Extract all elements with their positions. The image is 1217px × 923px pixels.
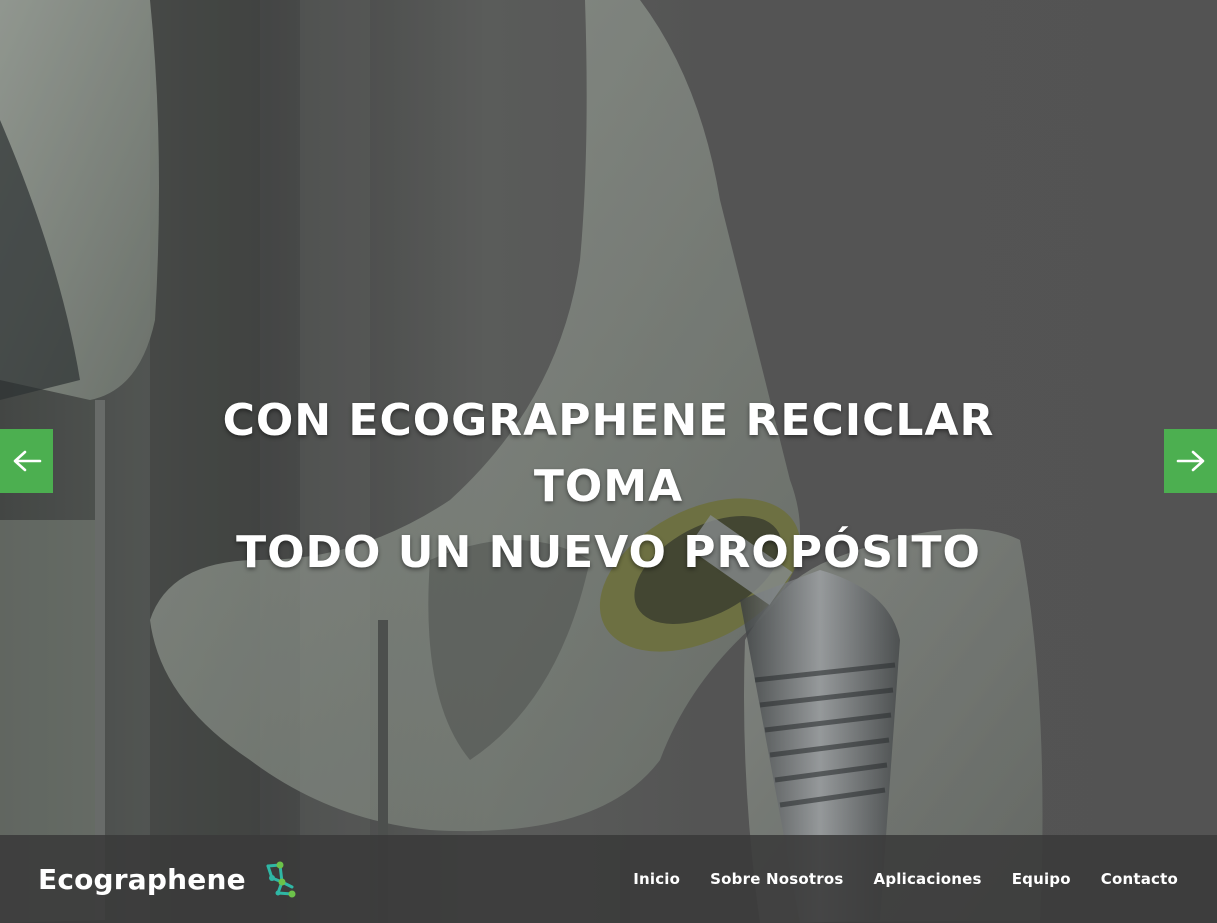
- brand-name: Ecographene: [38, 862, 246, 896]
- main-navbar: Ecographene Inicio Sobre Nosotros Aplica…: [0, 835, 1217, 923]
- arrow-right-icon: [1176, 450, 1204, 472]
- arrow-left-icon: [13, 450, 41, 472]
- nav-link-inicio[interactable]: Inicio: [633, 870, 680, 888]
- slider-next-button[interactable]: [1164, 429, 1217, 493]
- hero-headline-line-2: TODO UN NUEVO PROPÓSITO: [236, 527, 981, 578]
- nav-link-contacto[interactable]: Contacto: [1101, 870, 1178, 888]
- hero-slider: CON ECOGRAPHENE RECICLAR TOMA TODO UN NU…: [0, 0, 1217, 923]
- nav-link-aplicaciones[interactable]: Aplicaciones: [874, 870, 982, 888]
- nav-link-equipo[interactable]: Equipo: [1012, 870, 1071, 888]
- brand-link[interactable]: Ecographene: [38, 859, 298, 899]
- nav-link-sobre-nosotros[interactable]: Sobre Nosotros: [710, 870, 843, 888]
- slider-prev-button[interactable]: [0, 429, 53, 493]
- main-menu: Inicio Sobre Nosotros Aplicaciones Equip…: [603, 835, 1178, 923]
- hero-headline: CON ECOGRAPHENE RECICLAR TOMA TODO UN NU…: [140, 388, 1077, 586]
- molecule-logo-icon: [266, 861, 296, 898]
- hero-headline-line-1: CON ECOGRAPHENE RECICLAR TOMA: [222, 395, 995, 512]
